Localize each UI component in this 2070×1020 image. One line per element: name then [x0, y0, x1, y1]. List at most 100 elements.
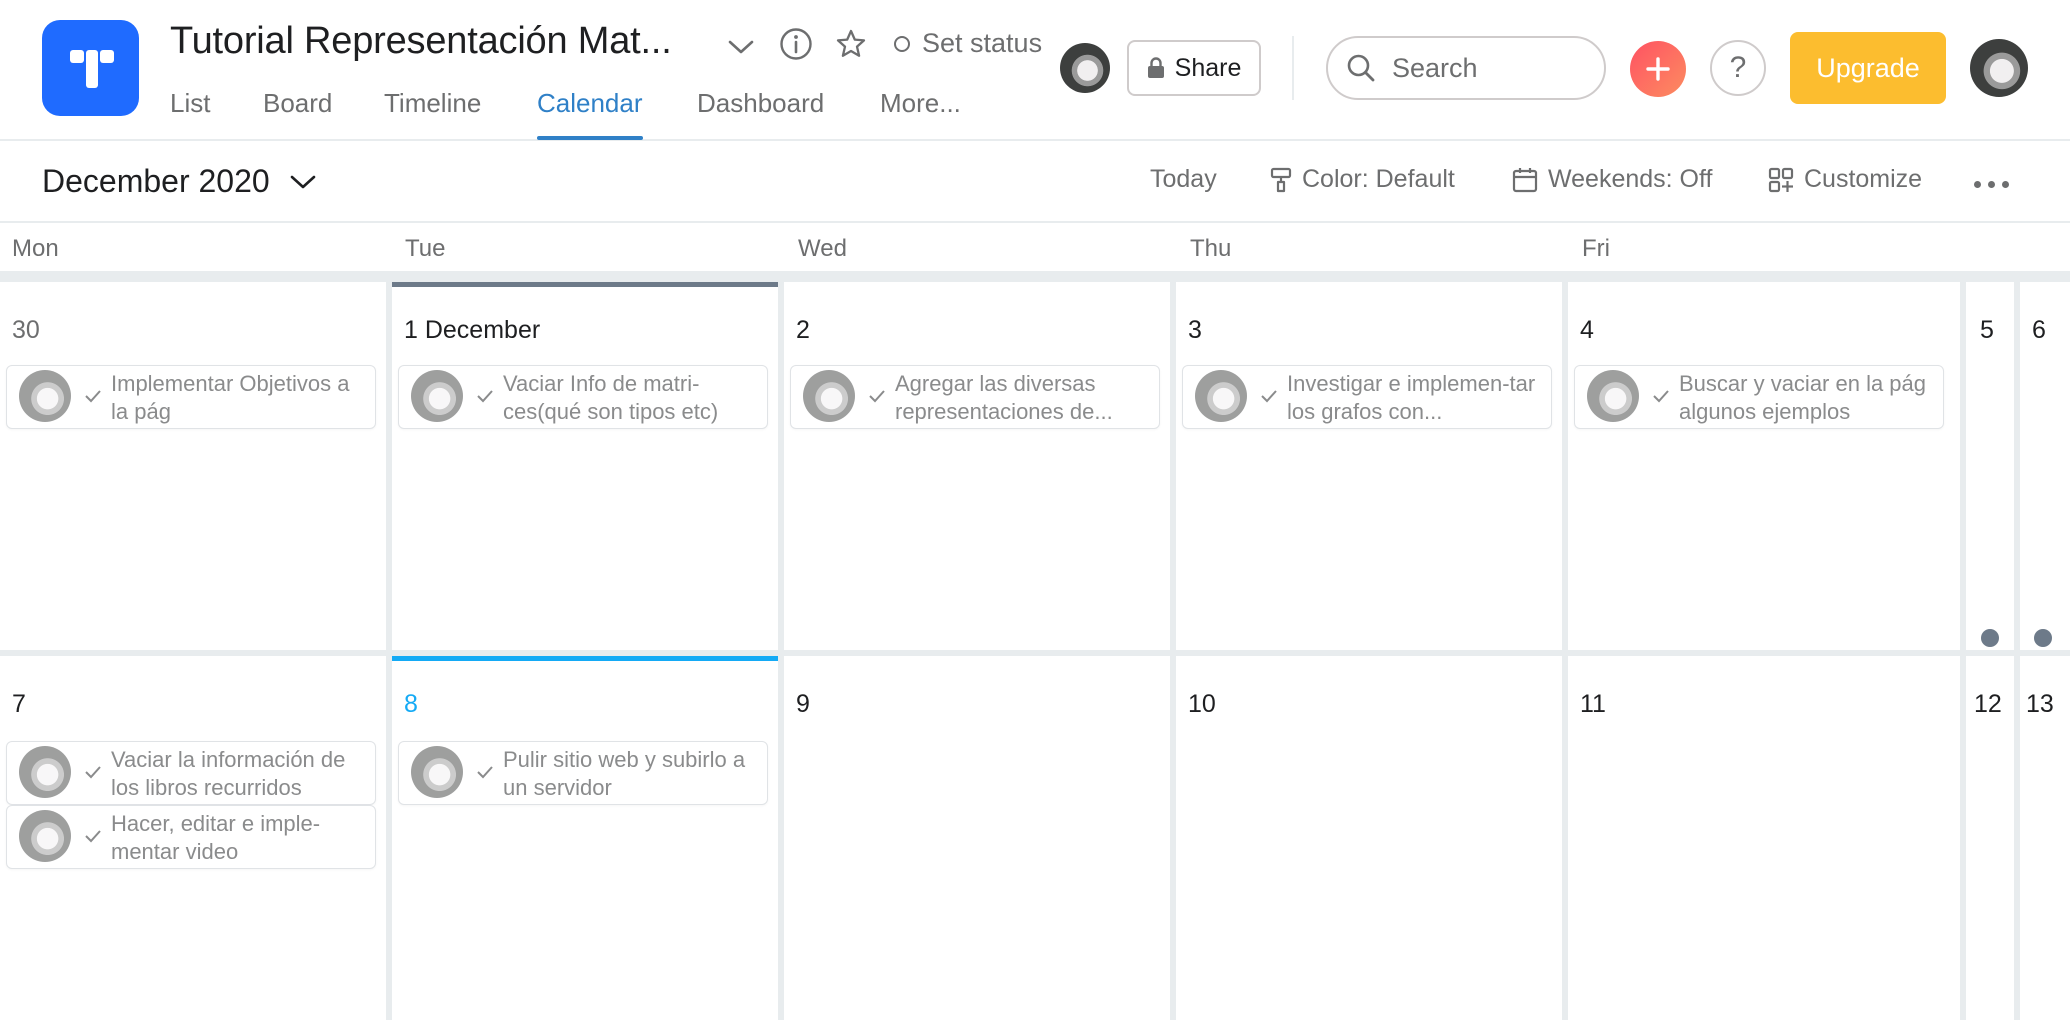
day-cell[interactable]: 30 Implementar Objetivos a la pág	[0, 282, 386, 650]
weekend-cell[interactable]: 6	[2020, 282, 2070, 650]
day-number: 3	[1188, 316, 1202, 344]
check-icon[interactable]	[1651, 386, 1671, 406]
day-cell[interactable]: 9	[784, 656, 1170, 1020]
help-button[interactable]: ?	[1710, 40, 1766, 96]
day-number: 7	[12, 690, 26, 718]
customize-label: Customize	[1804, 165, 1923, 193]
today-button[interactable]: Today	[1150, 165, 1217, 194]
day-cell[interactable]: 1 December Vaciar Info de matri-ces(qué …	[392, 282, 778, 650]
customize-button[interactable]: Customize	[1768, 165, 1922, 194]
header-divider	[1292, 36, 1294, 100]
search-placeholder: Search	[1392, 52, 1478, 83]
month-selector[interactable]: December 2020	[42, 163, 316, 200]
day-number: 1 December	[404, 316, 541, 344]
task-card[interactable]: Implementar Objetivos a la pág	[6, 365, 376, 429]
task-card[interactable]: Vaciar Info de matri-ces(qué son tipos e…	[398, 365, 768, 429]
tab-more[interactable]: More...	[880, 88, 961, 140]
member-avatar[interactable]	[1060, 43, 1110, 93]
calendar-icon	[1512, 167, 1538, 192]
day-cell[interactable]: 10	[1176, 656, 1562, 1020]
more-icon[interactable]	[1974, 181, 2009, 188]
weekend-task-dot[interactable]	[2034, 629, 2052, 647]
check-icon[interactable]	[83, 386, 103, 406]
tab-list[interactable]: List	[170, 88, 210, 140]
tab-timeline[interactable]: Timeline	[384, 88, 481, 140]
day-number: 2	[796, 316, 810, 344]
project-header: Tutorial Representación Mat... Set statu…	[0, 0, 2070, 141]
check-icon[interactable]	[83, 762, 103, 782]
tab-board[interactable]: Board	[263, 88, 332, 140]
task-card[interactable]: Investigar e implemen-tar los grafos con…	[1182, 365, 1552, 429]
chevron-down-icon[interactable]	[726, 32, 756, 62]
task-title: Implementar Objetivos a la pág	[111, 371, 350, 424]
task-title: Pulir sitio web y subirlo a un servidor	[503, 747, 746, 800]
tab-dashboard[interactable]: Dashboard	[697, 88, 824, 140]
task-card[interactable]: Vaciar la información de los libros recu…	[6, 741, 376, 805]
task-card[interactable]: Buscar y vaciar en la pág algunos ejempl…	[1574, 365, 1944, 429]
weekend-task-dot[interactable]	[1981, 629, 1999, 647]
weekend-cell[interactable]: 12	[1966, 656, 2014, 1020]
day-number: 11	[1580, 690, 1606, 718]
task-title: Vaciar la información de los libros recu…	[111, 747, 346, 800]
weekday-tue: Tue	[405, 235, 446, 262]
assignee-avatar	[19, 746, 71, 798]
assignee-avatar	[411, 370, 463, 422]
share-button[interactable]: Share	[1127, 40, 1261, 96]
assignee-avatar	[19, 810, 71, 862]
weekday-fri: Fri	[1582, 235, 1610, 262]
project-title[interactable]: Tutorial Representación Mat...	[170, 20, 672, 63]
check-icon[interactable]	[475, 386, 495, 406]
quick-add-button[interactable]	[1630, 41, 1686, 97]
grid-plus-icon	[1768, 167, 1794, 192]
check-icon[interactable]	[1259, 386, 1279, 406]
day-number: 13	[2026, 690, 2054, 718]
color-button[interactable]: Color: Default	[1270, 165, 1455, 194]
month-label: December 2020	[42, 163, 270, 199]
task-card[interactable]: Pulir sitio web y subirlo a un servidor	[398, 741, 768, 805]
day-cell[interactable]: 7 Vaciar la información de los libros re…	[0, 656, 386, 1020]
task-card[interactable]: Hacer, editar e imple-mentar video	[6, 805, 376, 869]
paint-roller-icon	[1270, 167, 1292, 192]
day-cell[interactable]: 8 Pulir sitio web y subirlo a un servido…	[392, 656, 778, 1020]
day-cell[interactable]: 2 Agregar las diversas representaciones …	[784, 282, 1170, 650]
day-number-today: 8	[404, 690, 418, 718]
info-icon[interactable]	[779, 27, 813, 61]
check-icon[interactable]	[475, 762, 495, 782]
today-bar	[392, 656, 778, 661]
weekend-cell[interactable]: 13	[2020, 656, 2070, 1020]
day-number: 30	[12, 316, 40, 344]
task-title: Vaciar Info de matri-ces(qué son tipos e…	[503, 371, 719, 424]
task-title: Agregar las diversas representaciones de…	[895, 371, 1113, 424]
weekends-button[interactable]: Weekends: Off	[1512, 165, 1712, 194]
weekday-header: Mon Tue Wed Thu Fri	[0, 225, 2070, 273]
check-icon[interactable]	[867, 386, 887, 406]
share-label: Share	[1174, 53, 1242, 82]
task-card[interactable]: Agregar las diversas representaciones de…	[790, 365, 1160, 429]
assignee-avatar	[19, 370, 71, 422]
weekends-label: Weekends: Off	[1548, 165, 1713, 193]
help-icon: ?	[1729, 51, 1747, 84]
status-circle-icon	[894, 35, 910, 52]
day-cell[interactable]: 11	[1568, 656, 1960, 1020]
weekend-cell[interactable]: 5	[1966, 282, 2014, 650]
project-logo-icon[interactable]	[42, 20, 139, 116]
set-status-button[interactable]: Set status	[894, 28, 1042, 59]
search-input[interactable]: Search	[1326, 36, 1606, 100]
assignee-avatar	[1587, 370, 1639, 422]
upgrade-button[interactable]: Upgrade	[1790, 32, 1946, 104]
day-cell[interactable]: 3 Investigar e implemen-tar los grafos c…	[1176, 282, 1562, 650]
chevron-down-icon	[290, 175, 315, 188]
lock-icon	[1147, 57, 1164, 78]
day-number: 5	[1980, 316, 1994, 344]
check-icon[interactable]	[83, 826, 103, 846]
weekday-wed: Wed	[798, 235, 847, 262]
tab-calendar[interactable]: Calendar	[537, 88, 643, 140]
star-icon[interactable]	[834, 27, 868, 61]
current-week-bar	[392, 282, 778, 287]
user-avatar[interactable]	[1970, 39, 2028, 97]
day-cell[interactable]: 4 Buscar y vaciar en la pág algunos ejem…	[1568, 282, 1960, 650]
task-title: Buscar y vaciar en la pág algunos ejempl…	[1679, 371, 1927, 424]
assignee-avatar	[1195, 370, 1247, 422]
day-number: 12	[1974, 690, 2002, 718]
color-label: Color: Default	[1302, 165, 1455, 193]
